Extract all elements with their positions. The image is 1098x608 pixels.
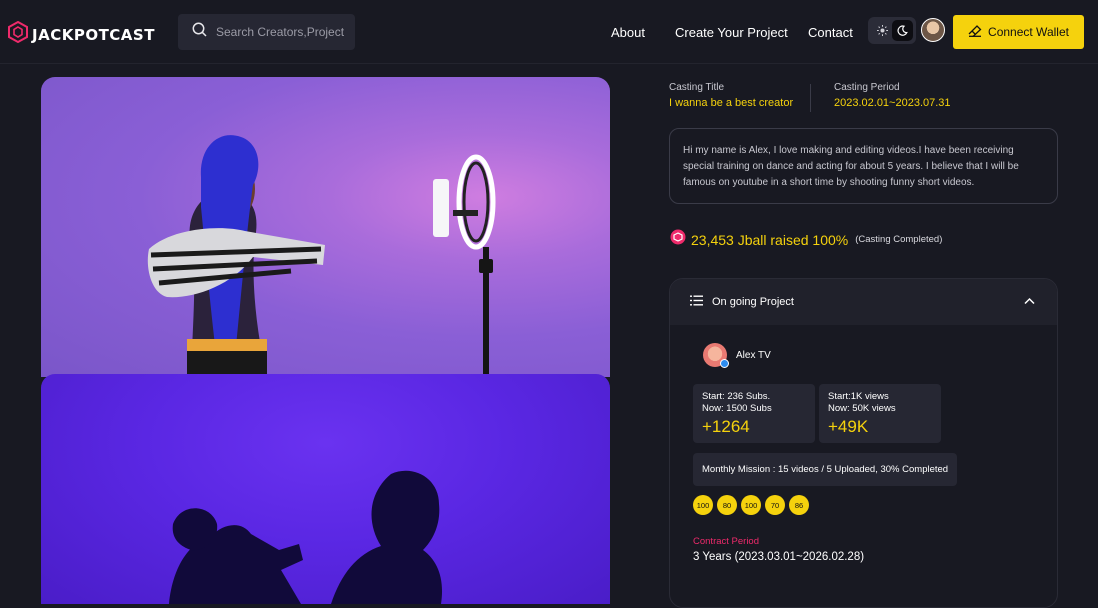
subscribers-now: Now: 1500 Subs xyxy=(702,403,772,414)
casting-divider xyxy=(810,84,811,112)
score-badge: 70 xyxy=(765,495,785,515)
project-creator[interactable]: Alex TV xyxy=(703,343,771,368)
views-delta: +49K xyxy=(828,417,869,436)
nav-link-about[interactable]: About xyxy=(611,25,645,40)
views-now: Now: 50K views xyxy=(828,403,896,414)
brand-logo[interactable]: JACKPOTCAST xyxy=(8,20,155,48)
nav-link-contact[interactable]: Contact xyxy=(808,25,853,40)
score-badge: 86 xyxy=(789,495,809,515)
casting-period-block: Casting Period 2023.02.01~2023.07.31 xyxy=(834,82,951,109)
score-badges: 100 80 100 70 86 xyxy=(693,495,809,515)
jackpotcast-logo-icon xyxy=(8,20,28,48)
score-badge: 100 xyxy=(741,495,761,515)
raised-status: (Casting Completed) xyxy=(855,234,943,245)
creator-name: Alex TV xyxy=(736,349,771,361)
raised-amount: 23,453 Jball raised 100% xyxy=(691,231,849,248)
subscribers-stat: Start: 236 Subs. Now: 1500 Subs +1264 xyxy=(693,384,815,443)
casting-period-value: 2023.02.01~2023.07.31 xyxy=(834,97,951,109)
verified-badge-icon xyxy=(720,359,729,368)
ongoing-project-card: On going Project Alex TV Start: 236 Subs… xyxy=(669,278,1058,608)
contract-period-label: Contract Period xyxy=(693,536,760,547)
top-navigation-bar: JACKPOTCAST About Create Your Project Co… xyxy=(0,0,1098,64)
nav-link-create-project[interactable]: Create Your Project xyxy=(675,25,788,40)
search-icon xyxy=(192,22,207,42)
score-badge: 100 xyxy=(693,495,713,515)
casting-title-value: I wanna be a best creator xyxy=(669,97,794,109)
theme-toggle[interactable] xyxy=(868,17,916,44)
subscribers-start: Start: 236 Subs. xyxy=(702,391,771,402)
raised-summary: 23,453 Jball raised 100% (Casting Comple… xyxy=(670,229,942,250)
connect-wallet-label: Connect Wallet xyxy=(988,25,1069,39)
contract-period-value: 3 Years (2023.03.01~2026.02.28) xyxy=(693,551,865,563)
views-start: Start:1K views xyxy=(828,391,889,402)
moon-icon[interactable] xyxy=(892,20,913,41)
user-avatar[interactable] xyxy=(921,18,945,42)
views-stat: Start:1K views Now: 50K views +49K xyxy=(819,384,941,443)
project-header[interactable]: On going Project xyxy=(670,279,1057,325)
project-heading: On going Project xyxy=(712,296,794,308)
sun-icon[interactable] xyxy=(872,20,893,41)
creator-photo-duo xyxy=(41,374,610,604)
search-input[interactable] xyxy=(216,25,346,39)
list-icon xyxy=(690,295,703,309)
wallet-icon xyxy=(968,24,982,40)
casting-title-label: Casting Title xyxy=(669,82,725,93)
monthly-mission: Monthly Mission : 15 videos / 5 Uploaded… xyxy=(693,453,958,486)
casting-period-label: Casting Period xyxy=(834,82,900,93)
creator-photo-dancer xyxy=(41,77,610,377)
search-bar[interactable] xyxy=(178,14,355,50)
jball-icon xyxy=(670,229,686,250)
casting-title-block: Casting Title I wanna be a best creator xyxy=(669,82,793,109)
creator-bio: Hi my name is Alex, I love making and ed… xyxy=(669,128,1058,204)
subscribers-delta: +1264 xyxy=(702,417,750,436)
score-badge: 80 xyxy=(717,495,737,515)
creator-avatar xyxy=(703,343,729,368)
chevron-up-icon[interactable] xyxy=(1024,296,1035,308)
connect-wallet-button[interactable]: Connect Wallet xyxy=(953,15,1084,49)
brand-name: JACKPOTCAST xyxy=(32,25,155,44)
